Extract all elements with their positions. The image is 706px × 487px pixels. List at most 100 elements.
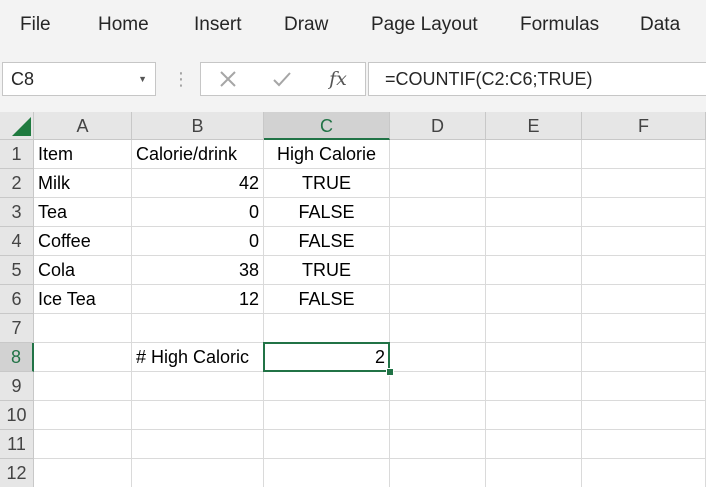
row-header-8[interactable]: 8 (0, 343, 34, 372)
cell-a10[interactable] (34, 401, 132, 430)
cell-d1[interactable] (390, 140, 486, 169)
cell-e1[interactable] (486, 140, 582, 169)
cell-e11[interactable] (486, 430, 582, 459)
cell-a1[interactable]: Item (34, 140, 132, 169)
cell-d9[interactable] (390, 372, 486, 401)
cell-b4[interactable]: 0 (132, 227, 264, 256)
cell-c1[interactable]: High Calorie (264, 140, 390, 169)
cell-f5[interactable] (582, 256, 706, 285)
fill-handle[interactable] (386, 368, 394, 376)
cell-a9[interactable] (34, 372, 132, 401)
cell-c3[interactable]: FALSE (264, 198, 390, 227)
tab-home[interactable]: Home (98, 0, 149, 50)
formula-input[interactable]: =COUNTIF(C2:C6;TRUE) (368, 62, 706, 96)
cell-b9[interactable] (132, 372, 264, 401)
cell-c8[interactable]: 2 (264, 343, 390, 372)
row-header-9[interactable]: 9 (0, 372, 34, 401)
cell-c12[interactable] (264, 459, 390, 487)
cell-f6[interactable] (582, 285, 706, 314)
row-header-7[interactable]: 7 (0, 314, 34, 343)
cell-a2[interactable]: Milk (34, 169, 132, 198)
cell-b8[interactable]: # High Caloric (132, 343, 264, 372)
cell-e8[interactable] (486, 343, 582, 372)
tab-data[interactable]: Data (640, 0, 680, 50)
cell-f2[interactable] (582, 169, 706, 198)
cell-b10[interactable] (132, 401, 264, 430)
cell-a7[interactable] (34, 314, 132, 343)
cell-d10[interactable] (390, 401, 486, 430)
cell-f8[interactable] (582, 343, 706, 372)
row-header-4[interactable]: 4 (0, 227, 34, 256)
select-all-corner[interactable] (0, 112, 34, 140)
name-box[interactable]: C8 ▼ (2, 62, 156, 96)
cell-d12[interactable] (390, 459, 486, 487)
cell-a5[interactable]: Cola (34, 256, 132, 285)
row-header-10[interactable]: 10 (0, 401, 34, 430)
row-header-11[interactable]: 11 (0, 430, 34, 459)
cell-d6[interactable] (390, 285, 486, 314)
cell-e4[interactable] (486, 227, 582, 256)
cell-c5[interactable]: TRUE (264, 256, 390, 285)
cell-e10[interactable] (486, 401, 582, 430)
tab-insert[interactable]: Insert (194, 0, 242, 50)
column-header-e[interactable]: E (486, 112, 582, 140)
cell-b6[interactable]: 12 (132, 285, 264, 314)
cell-a11[interactable] (34, 430, 132, 459)
column-header-c[interactable]: C (264, 112, 390, 140)
row-header-3[interactable]: 3 (0, 198, 34, 227)
cell-d2[interactable] (390, 169, 486, 198)
cell-e2[interactable] (486, 169, 582, 198)
cell-f9[interactable] (582, 372, 706, 401)
cell-b12[interactable] (132, 459, 264, 487)
cell-d5[interactable] (390, 256, 486, 285)
cell-c6[interactable]: FALSE (264, 285, 390, 314)
cell-d4[interactable] (390, 227, 486, 256)
cell-e12[interactable] (486, 459, 582, 487)
cell-f4[interactable] (582, 227, 706, 256)
cell-f1[interactable] (582, 140, 706, 169)
row-header-2[interactable]: 2 (0, 169, 34, 198)
cell-e7[interactable] (486, 314, 582, 343)
cell-b7[interactable] (132, 314, 264, 343)
dropdown-arrow-icon[interactable]: ▼ (138, 63, 147, 95)
cell-b1[interactable]: Calorie/drink (132, 140, 264, 169)
cell-b2[interactable]: 42 (132, 169, 264, 198)
cell-c9[interactable] (264, 372, 390, 401)
cell-a4[interactable]: Coffee (34, 227, 132, 256)
cell-f10[interactable] (582, 401, 706, 430)
cell-e6[interactable] (486, 285, 582, 314)
cell-a8[interactable] (34, 343, 132, 372)
tab-page-layout[interactable]: Page Layout (371, 0, 478, 50)
column-header-f[interactable]: F (582, 112, 706, 140)
cell-e3[interactable] (486, 198, 582, 227)
cell-d7[interactable] (390, 314, 486, 343)
cancel-icon[interactable] (215, 63, 241, 95)
cell-a6[interactable]: Ice Tea (34, 285, 132, 314)
checkmark-icon[interactable] (269, 63, 295, 95)
cell-d11[interactable] (390, 430, 486, 459)
cell-f12[interactable] (582, 459, 706, 487)
column-header-a[interactable]: A (34, 112, 132, 140)
column-header-b[interactable]: B (132, 112, 264, 140)
cell-e5[interactable] (486, 256, 582, 285)
cell-c10[interactable] (264, 401, 390, 430)
cell-b3[interactable]: 0 (132, 198, 264, 227)
cell-f3[interactable] (582, 198, 706, 227)
tab-draw[interactable]: Draw (284, 0, 328, 50)
tab-formulas[interactable]: Formulas (520, 0, 599, 50)
cell-a12[interactable] (34, 459, 132, 487)
insert-function-button[interactable]: fx (321, 63, 355, 95)
more-options-icon[interactable]: ⋮ (172, 64, 190, 94)
row-header-5[interactable]: 5 (0, 256, 34, 285)
cell-c2[interactable]: TRUE (264, 169, 390, 198)
cell-f11[interactable] (582, 430, 706, 459)
row-header-6[interactable]: 6 (0, 285, 34, 314)
cell-a3[interactable]: Tea (34, 198, 132, 227)
tab-file[interactable]: File (20, 0, 51, 50)
cell-f7[interactable] (582, 314, 706, 343)
row-header-12[interactable]: 12 (0, 459, 34, 487)
cell-c11[interactable] (264, 430, 390, 459)
row-header-1[interactable]: 1 (0, 140, 34, 169)
cell-e9[interactable] (486, 372, 582, 401)
column-header-d[interactable]: D (390, 112, 486, 140)
